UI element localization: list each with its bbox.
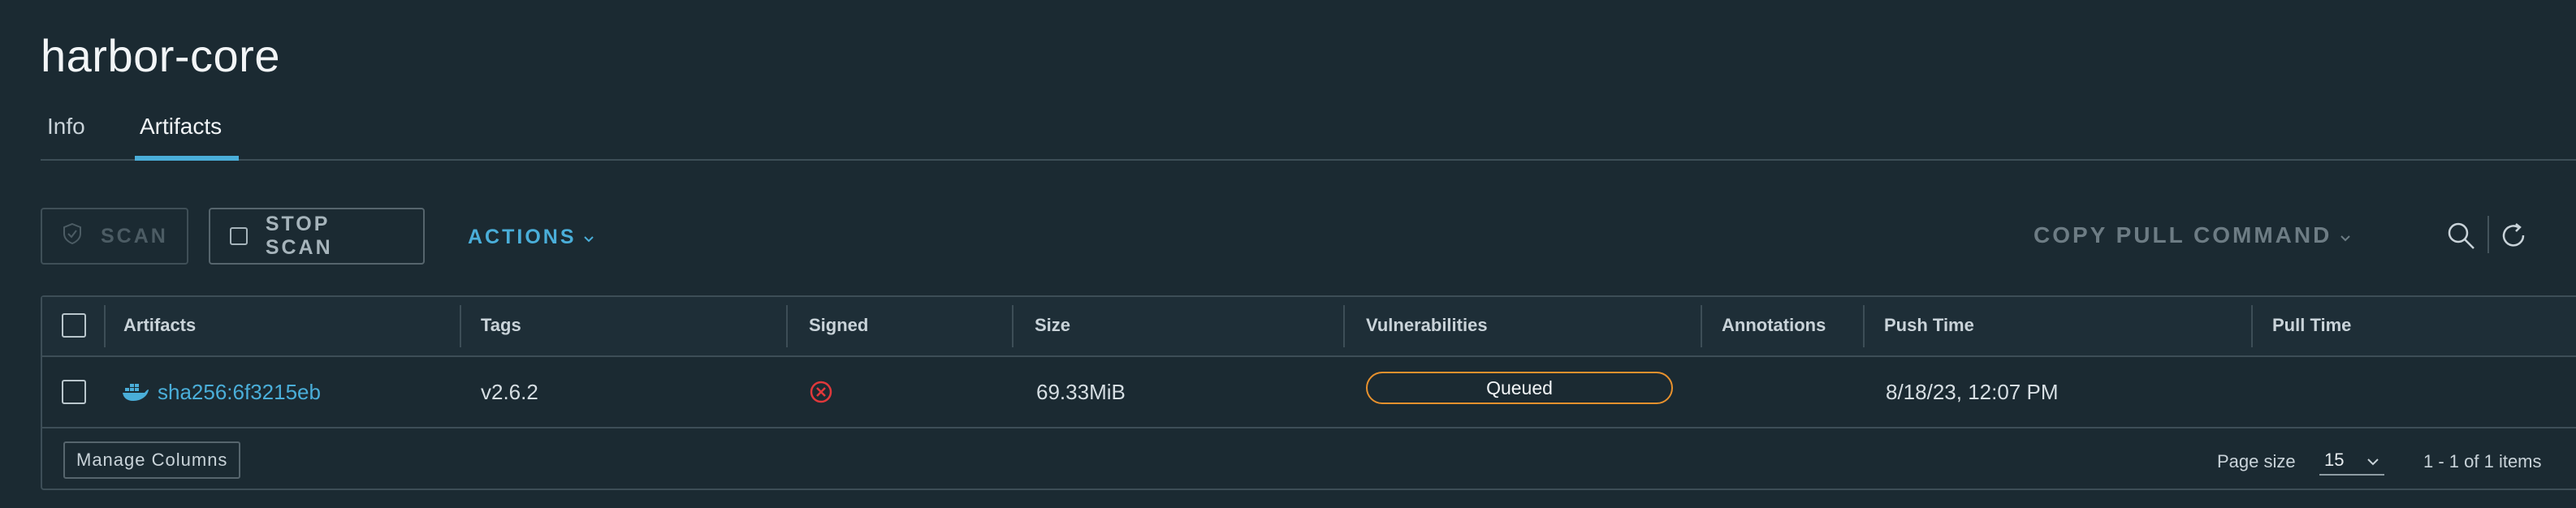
- chevron-down-icon: [2340, 222, 2351, 248]
- search-icon[interactable]: [2446, 221, 2477, 256]
- column-separator: [1012, 305, 1014, 347]
- manage-columns-button[interactable]: Manage Columns: [63, 441, 241, 479]
- column-header-size[interactable]: Size: [1035, 315, 1070, 336]
- tab-bar: Info Artifacts: [41, 114, 2576, 161]
- copy-pull-command-label: COPY PULL COMMAND: [2034, 222, 2332, 248]
- active-tab-indicator: [135, 156, 239, 161]
- column-header-signed[interactable]: Signed: [809, 315, 868, 336]
- chevron-down-icon: [583, 226, 594, 249]
- pagination-info: 1 - 1 of 1 items: [2423, 451, 2542, 471]
- scan-button[interactable]: SCAN: [41, 208, 188, 265]
- page-size-label: Page size: [2217, 451, 2296, 471]
- stop-scan-button[interactable]: STOP SCAN: [209, 208, 425, 265]
- column-header-annotations[interactable]: Annotations: [1722, 315, 1826, 336]
- table-row[interactable]: sha256:6f3215eb v2.6.2 69.33MiB Queued 8…: [42, 357, 2576, 428]
- column-separator: [1863, 305, 1865, 347]
- page-size-value: 15: [2324, 450, 2345, 470]
- stop-square-icon: [230, 227, 248, 245]
- shield-icon: [62, 222, 83, 251]
- scan-button-label: SCAN: [101, 224, 168, 248]
- column-separator: [460, 305, 461, 347]
- page-title: harbor-core: [41, 30, 280, 81]
- chevron-down-icon: [2366, 450, 2379, 471]
- actions-dropdown[interactable]: ACTIONS: [468, 226, 594, 249]
- datagrid-header: Artifacts Tags Signed Size Vulnerabiliti…: [42, 297, 2576, 357]
- refresh-icon[interactable]: [2498, 221, 2529, 256]
- column-header-vulnerabilities[interactable]: Vulnerabilities: [1366, 315, 1488, 336]
- vulnerability-status-badge[interactable]: Queued: [1366, 372, 1673, 404]
- column-header-tags[interactable]: Tags: [481, 315, 521, 336]
- column-header-artifacts[interactable]: Artifacts: [123, 315, 196, 336]
- column-separator: [786, 305, 788, 347]
- artifacts-datagrid: Artifacts Tags Signed Size Vulnerabiliti…: [41, 295, 2576, 490]
- docker-icon: [122, 380, 149, 407]
- artifact-tag: v2.6.2: [481, 380, 538, 404]
- copy-pull-command-dropdown[interactable]: COPY PULL COMMAND: [2034, 222, 2351, 248]
- tab-info[interactable]: Info: [47, 114, 85, 140]
- column-separator: [1701, 305, 1702, 347]
- column-separator: [1343, 305, 1345, 347]
- datagrid-footer: Manage Columns Page size 15 1 - 1 of 1 i…: [42, 428, 2576, 489]
- row-select-checkbox[interactable]: [62, 380, 86, 404]
- column-separator: [2251, 305, 2253, 347]
- artifact-push-time: 8/18/23, 12:07 PM: [1886, 380, 2059, 404]
- artifact-digest-link[interactable]: sha256:6f3215eb: [158, 380, 321, 405]
- tab-artifacts[interactable]: Artifacts: [140, 114, 222, 140]
- artifact-size: 69.33MiB: [1036, 380, 1126, 404]
- column-header-pull-time[interactable]: Pull Time: [2272, 315, 2351, 336]
- select-all-checkbox[interactable]: [62, 313, 86, 338]
- column-header-push-time[interactable]: Push Time: [1884, 315, 1974, 336]
- toolbar-divider: [2487, 216, 2489, 253]
- actions-label: ACTIONS: [468, 226, 577, 248]
- stop-scan-button-label: STOP SCAN: [265, 213, 333, 259]
- column-separator: [104, 305, 106, 347]
- page-size-select[interactable]: 15: [2319, 446, 2384, 476]
- not-signed-icon: [809, 380, 833, 408]
